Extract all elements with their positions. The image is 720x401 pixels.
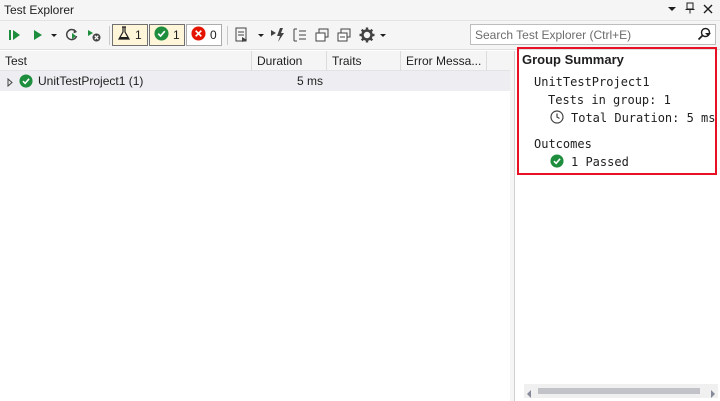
horizontal-scrollbar[interactable] bbox=[524, 384, 718, 398]
column-header-duration[interactable]: Duration bbox=[252, 51, 327, 71]
chevron-down-icon[interactable] bbox=[256, 26, 266, 44]
summary-passed: 1 Passed bbox=[571, 155, 629, 169]
rerun-failed-icon[interactable] bbox=[64, 26, 80, 44]
test-duration: 5 ms bbox=[297, 74, 324, 88]
summary-title: Group Summary bbox=[522, 52, 624, 67]
settings-icon[interactable] bbox=[358, 26, 376, 44]
cancel-icon[interactable] bbox=[86, 26, 102, 44]
passed-filter-button[interactable]: 1 bbox=[149, 24, 185, 46]
summary-outcomes-label: Outcomes bbox=[534, 137, 592, 151]
summary-group-name: UnitTestProject1 bbox=[534, 75, 650, 89]
live-unit-test-icon[interactable] bbox=[270, 26, 286, 44]
table-row[interactable]: UnitTestProject1 (1) 5 ms bbox=[0, 71, 510, 91]
pane-splitter[interactable] bbox=[514, 51, 515, 401]
chevron-down-icon[interactable] bbox=[378, 26, 388, 44]
toolbar-separator bbox=[227, 26, 228, 45]
passed-icon bbox=[19, 74, 33, 91]
summary-total-duration: Total Duration: 5 ms bbox=[571, 111, 716, 125]
title-bar: Test Explorer bbox=[0, 0, 720, 21]
group-by-icon[interactable] bbox=[292, 26, 308, 44]
failed-filter-button[interactable]: 0 bbox=[186, 24, 222, 46]
toolbar-separator bbox=[109, 26, 110, 45]
search-input[interactable] bbox=[475, 27, 685, 42]
error-icon bbox=[191, 26, 206, 44]
column-header-test[interactable]: Test bbox=[0, 51, 252, 71]
pin-icon[interactable] bbox=[682, 2, 698, 18]
column-header-traits[interactable]: Traits bbox=[327, 51, 401, 71]
scroll-left-icon[interactable] bbox=[526, 387, 532, 401]
checkmark-icon bbox=[154, 26, 169, 44]
playlist-icon[interactable] bbox=[234, 26, 250, 44]
passed-count: 1 bbox=[173, 28, 180, 42]
flask-icon bbox=[117, 26, 131, 44]
passed-icon bbox=[550, 154, 564, 171]
window-title: Test Explorer bbox=[4, 3, 75, 17]
group-summary-panel: Group Summary UnitTestProject1 Tests in … bbox=[517, 47, 717, 175]
column-header-error-message[interactable]: Error Messa... bbox=[401, 51, 487, 71]
collapse-icon[interactable] bbox=[336, 26, 352, 44]
expand-icon[interactable] bbox=[314, 26, 330, 44]
search-box[interactable] bbox=[470, 24, 716, 45]
failed-count: 0 bbox=[210, 28, 217, 42]
expand-arrow-icon[interactable] bbox=[7, 76, 13, 90]
scroll-right-icon[interactable] bbox=[710, 387, 716, 401]
scroll-thumb[interactable] bbox=[538, 388, 700, 394]
test-name: UnitTestProject1 (1) bbox=[38, 74, 144, 88]
dropdown-icon[interactable] bbox=[664, 2, 680, 18]
close-icon[interactable] bbox=[700, 2, 716, 18]
clock-icon bbox=[550, 110, 564, 127]
run-icon[interactable] bbox=[31, 26, 45, 44]
chevron-down-icon[interactable] bbox=[704, 27, 712, 41]
run-all-icon[interactable] bbox=[7, 26, 23, 44]
summary-tests-in-group: Tests in group: 1 bbox=[548, 93, 671, 107]
tests-count: 1 bbox=[135, 28, 142, 42]
chevron-down-icon[interactable] bbox=[49, 26, 59, 44]
tests-filter-button[interactable]: 1 bbox=[112, 24, 148, 46]
test-list-header: Test Duration Traits Error Messa... bbox=[0, 51, 510, 71]
